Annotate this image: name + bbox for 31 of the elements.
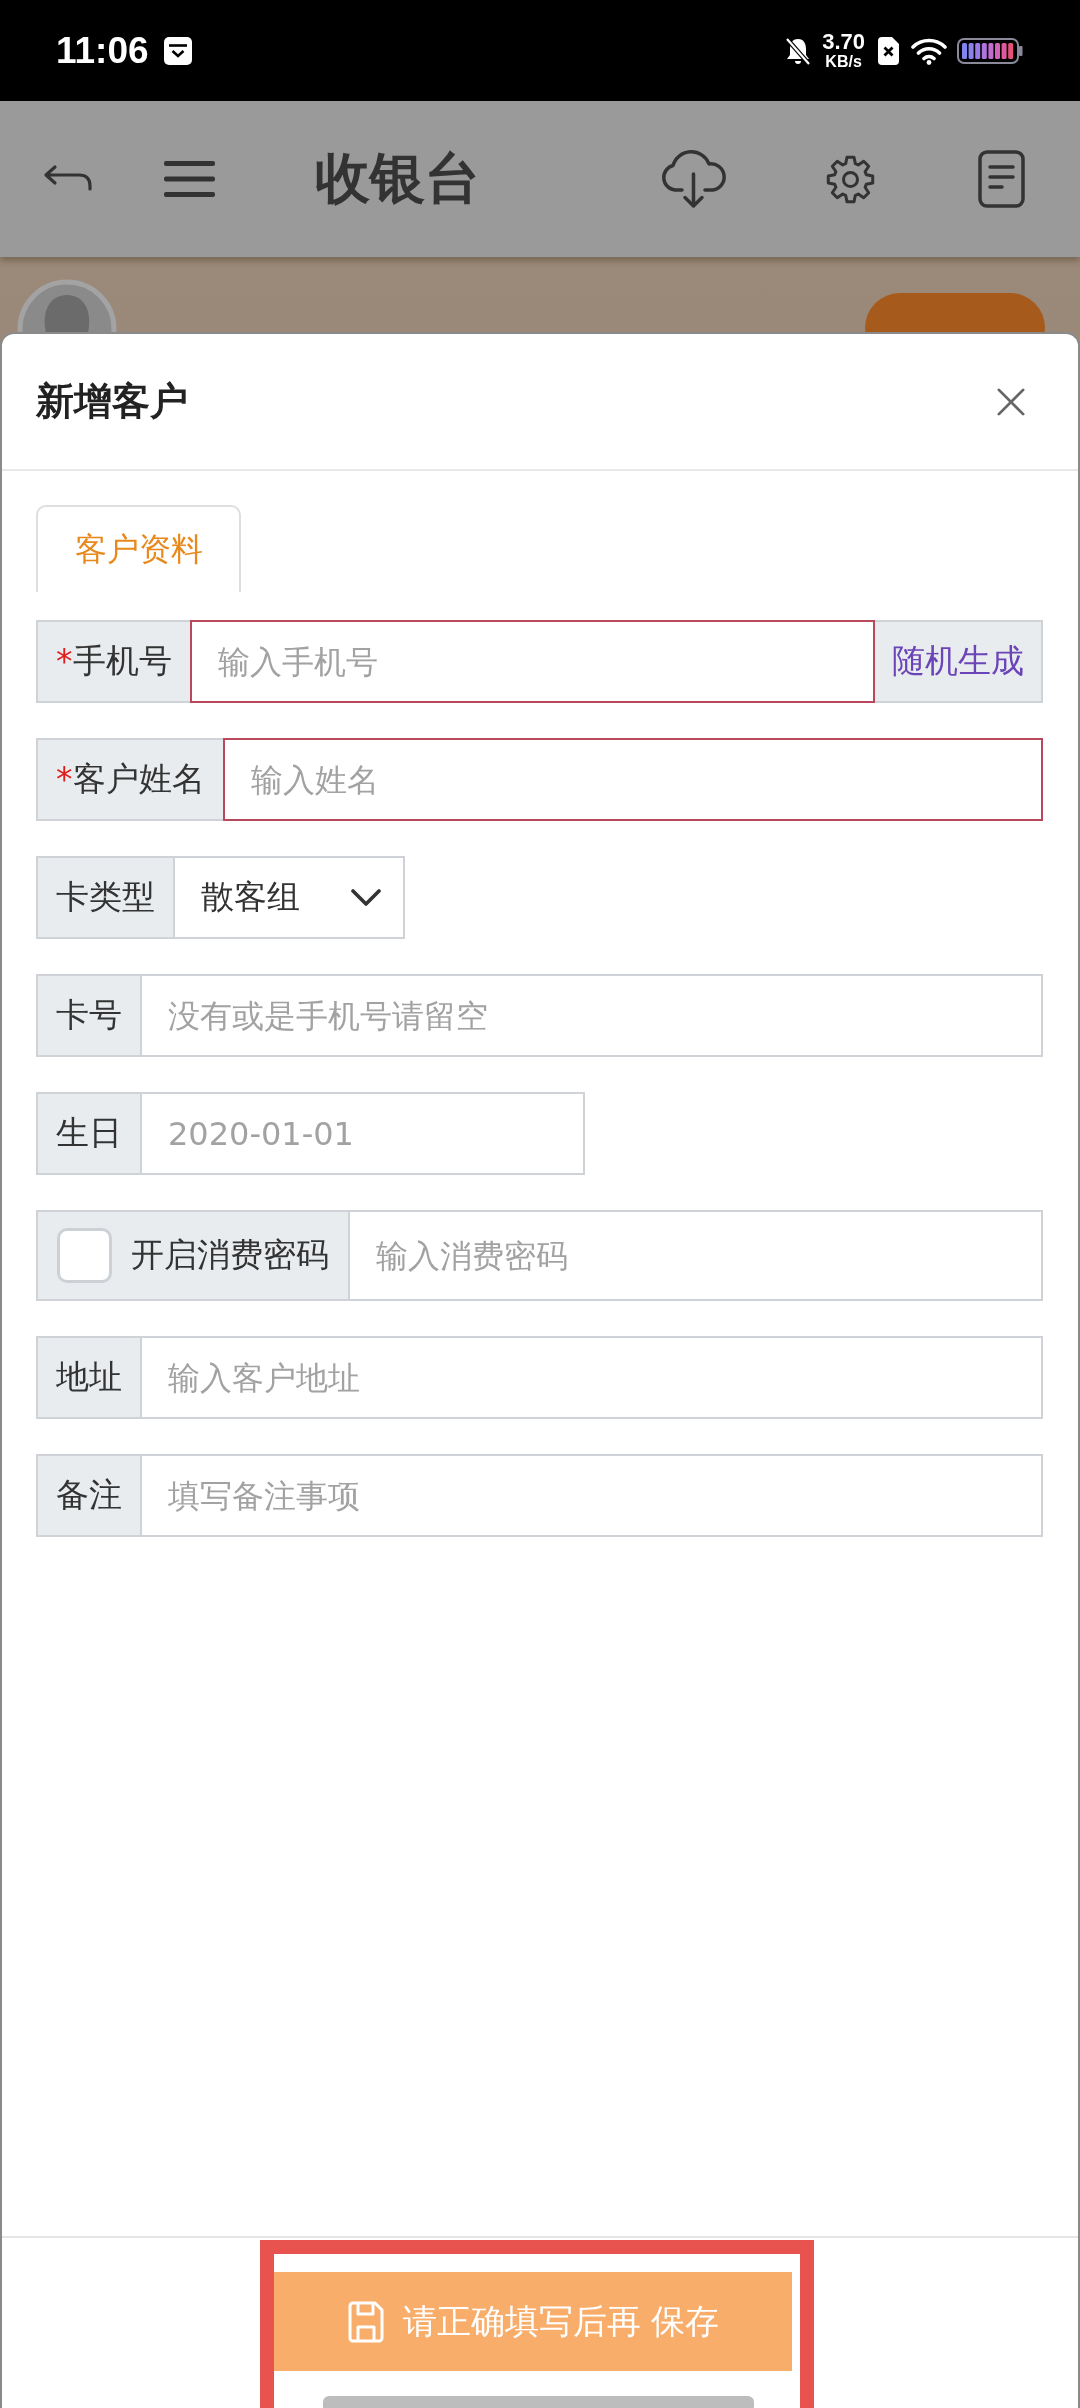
field-label: *客户姓名 bbox=[36, 738, 223, 821]
field-label: 生日 bbox=[36, 1092, 140, 1175]
chevron-down-icon bbox=[351, 888, 381, 907]
sim-card-icon bbox=[877, 35, 900, 66]
checkbox-label: 开启消费密码 bbox=[131, 1234, 329, 1276]
field-label: *手机号 bbox=[36, 620, 190, 703]
close-icon[interactable] bbox=[997, 387, 1025, 416]
generate-button[interactable]: 随机生成 bbox=[875, 620, 1043, 703]
dropdown[interactable]: 散客组 bbox=[173, 856, 405, 939]
dialog-title: 新增客户 bbox=[36, 378, 188, 425]
field-label: 备注 bbox=[36, 1454, 140, 1537]
inbox-icon bbox=[163, 36, 192, 65]
battery-icon bbox=[957, 37, 1023, 64]
input-field[interactable]: 输入手机号 bbox=[189, 620, 875, 703]
field-label: 地址 bbox=[36, 1336, 140, 1419]
wifi-icon bbox=[911, 36, 947, 65]
settings-icon[interactable] bbox=[826, 154, 875, 204]
network-speed: 3.70 bbox=[822, 31, 865, 53]
checkbox[interactable] bbox=[57, 1228, 112, 1283]
cloud-download-icon[interactable] bbox=[660, 149, 727, 209]
network-speed-unit: KB/s bbox=[825, 54, 862, 70]
field-label: 卡类型 bbox=[36, 856, 173, 939]
date-field[interactable]: 2020-01-01 bbox=[140, 1092, 585, 1175]
input-field[interactable]: 输入姓名 bbox=[222, 738, 1043, 821]
document-icon[interactable] bbox=[978, 150, 1025, 208]
bell-off-icon bbox=[784, 35, 813, 66]
field-label: 卡号 bbox=[36, 974, 140, 1057]
save-icon bbox=[346, 2299, 385, 2344]
page-title: 收银台 bbox=[315, 145, 480, 212]
menu-icon[interactable] bbox=[164, 161, 215, 197]
status-time: 11:06 bbox=[56, 29, 149, 72]
